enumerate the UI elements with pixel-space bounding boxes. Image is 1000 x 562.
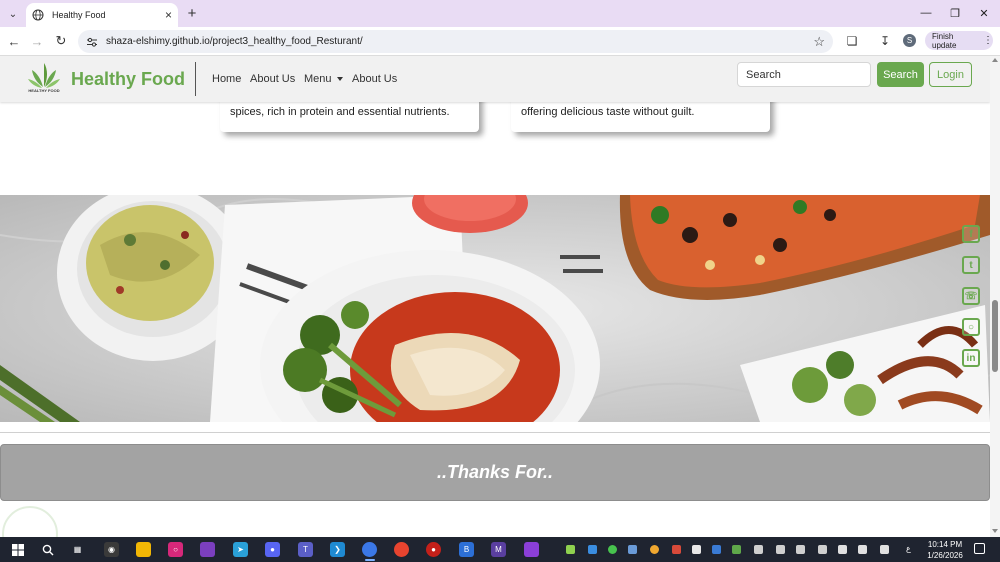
- windows-taskbar: ▦ ◉ ○ ➤ ● T ❯ ● B M ع 10:14 PM 1/26/2026: [0, 537, 1000, 562]
- nav-menu-label: Menu: [304, 73, 332, 85]
- extensions-icon[interactable]: ❏: [844, 33, 860, 49]
- brand-logo[interactable]: HEALTHY FOOD: [25, 61, 63, 97]
- tray-app-icon[interactable]: [588, 545, 597, 554]
- scroll-down-arrow-icon[interactable]: [992, 529, 998, 533]
- page-viewport: HEALTHY FOOD Healthy Food Home About Us …: [0, 56, 990, 537]
- tray-app-icon[interactable]: [650, 545, 659, 554]
- taskbar-clock[interactable]: 10:14 PM 1/26/2026: [920, 539, 970, 561]
- card-description: offering delicious taste without guilt.: [521, 106, 695, 118]
- tray-app-icon[interactable]: [776, 545, 785, 554]
- profile-avatar[interactable]: S: [903, 34, 916, 47]
- page-scrollbar[interactable]: [990, 56, 1000, 537]
- login-button[interactable]: Login: [929, 62, 972, 87]
- card-description: spices, rich in protein and essential nu…: [230, 106, 450, 118]
- chrome-profile-icon[interactable]: [394, 542, 409, 557]
- site-search-input[interactable]: [737, 62, 871, 87]
- tray-app-icon[interactable]: [692, 545, 701, 554]
- facebook-icon[interactable]: f: [962, 225, 980, 243]
- tray-app-icon[interactable]: [732, 545, 741, 554]
- close-window-button[interactable]: ✕: [974, 4, 994, 22]
- twitter-icon[interactable]: t: [962, 256, 980, 274]
- bookmark-star-icon[interactable]: ☆: [813, 34, 825, 50]
- teams-icon[interactable]: T: [298, 542, 313, 557]
- active-app-indicator: [365, 559, 375, 561]
- food-banner-image: [0, 195, 990, 422]
- tab-title: Healthy Food: [52, 10, 106, 20]
- windows-start-icon[interactable]: [10, 542, 25, 557]
- logo-text: HEALTHY FOOD: [28, 88, 60, 93]
- url-text: shaza-elshimy.github.io/project3_healthy…: [106, 36, 363, 47]
- download-icon[interactable]: ↧: [877, 33, 893, 49]
- battery-icon[interactable]: [796, 545, 805, 554]
- nav-about-us[interactable]: About Us: [250, 73, 295, 85]
- instagram-icon[interactable]: ○: [962, 318, 980, 336]
- browser-tab[interactable]: Healthy Food ×: [26, 3, 178, 27]
- chrome-icon[interactable]: [362, 542, 377, 557]
- visual-studio-icon[interactable]: [200, 542, 215, 557]
- volume-icon[interactable]: [858, 545, 867, 554]
- watermark-logo: [2, 506, 58, 537]
- minimize-button[interactable]: —: [916, 4, 936, 22]
- tray-app-icon[interactable]: [754, 545, 763, 554]
- task-view-icon[interactable]: ▦: [70, 542, 85, 557]
- close-tab-icon[interactable]: ×: [165, 8, 172, 22]
- browser-tab-strip: ⌄ Healthy Food × + — ❐ ✕: [0, 0, 1000, 27]
- camera-app-icon[interactable]: ◉: [104, 542, 119, 557]
- language-indicator[interactable]: ع: [906, 544, 911, 553]
- telegram-icon[interactable]: ➤: [233, 542, 248, 557]
- site-info-icon[interactable]: [86, 36, 98, 48]
- discord-icon[interactable]: ●: [265, 542, 280, 557]
- scroll-up-arrow-icon[interactable]: [992, 58, 998, 62]
- bluetooth-icon[interactable]: [712, 545, 721, 554]
- app-m-icon[interactable]: M: [491, 542, 506, 557]
- pen-icon[interactable]: [880, 545, 889, 554]
- clock-date: 1/26/2026: [927, 551, 963, 560]
- restore-button[interactable]: ❐: [945, 4, 965, 22]
- site-navbar: HEALTHY FOOD Healthy Food Home About Us …: [0, 56, 990, 102]
- back-button[interactable]: ←: [6, 33, 22, 49]
- brand-divider: [195, 62, 196, 96]
- app-b-icon[interactable]: B: [459, 542, 474, 557]
- notification-icon[interactable]: [974, 543, 985, 554]
- finish-update-button[interactable]: Finish update ⋮: [925, 31, 993, 50]
- app-icon[interactable]: [524, 542, 539, 557]
- tray-app-icon[interactable]: [628, 545, 637, 554]
- section-divider: [0, 432, 990, 433]
- search-button[interactable]: Search: [877, 62, 924, 87]
- chevron-down-icon: ⌄: [8, 8, 18, 20]
- reload-button[interactable]: ↻: [53, 33, 69, 49]
- file-explorer-icon[interactable]: [136, 542, 151, 557]
- search-icon[interactable]: [40, 542, 55, 557]
- forward-button[interactable]: →: [29, 33, 45, 49]
- browser-toolbar: ← → ↻ shaza-elshimy.github.io/project3_h…: [0, 27, 1000, 56]
- tray-app-icon[interactable]: [608, 545, 617, 554]
- recorder-icon[interactable]: ●: [426, 542, 441, 557]
- instagram-app-icon[interactable]: ○: [168, 542, 183, 557]
- leaf-logo-icon: [28, 63, 60, 88]
- globe-icon: [32, 9, 44, 21]
- thanks-text: ..Thanks For..: [436, 462, 554, 482]
- nav-about-us-2[interactable]: About Us: [352, 73, 397, 85]
- new-tab-button[interactable]: +: [184, 4, 200, 22]
- whatsapp-icon[interactable]: ☏: [962, 287, 980, 305]
- wifi-icon[interactable]: [838, 545, 847, 554]
- caret-down-icon: [336, 77, 343, 82]
- more-menu-icon: ⋮: [983, 35, 993, 46]
- vscode-icon[interactable]: ❯: [330, 542, 345, 557]
- finish-update-label: Finish update: [932, 31, 957, 50]
- food-illustration: [0, 195, 990, 422]
- nav-home[interactable]: Home: [212, 73, 241, 85]
- address-bar[interactable]: shaza-elshimy.github.io/project3_healthy…: [78, 30, 833, 53]
- tray-app-icon[interactable]: [672, 545, 681, 554]
- linkedin-icon[interactable]: in: [962, 349, 980, 367]
- clock-time: 10:14 PM: [927, 540, 963, 549]
- tray-app-icon[interactable]: [566, 545, 575, 554]
- nav-menu-dropdown[interactable]: Menu: [304, 73, 343, 85]
- scrollbar-thumb[interactable]: [992, 300, 998, 372]
- tab-search-button[interactable]: ⌄: [4, 5, 22, 23]
- shield-icon[interactable]: [818, 545, 827, 554]
- thanks-banner: ..Thanks For..: [0, 444, 990, 501]
- brand-name[interactable]: Healthy Food: [71, 69, 185, 90]
